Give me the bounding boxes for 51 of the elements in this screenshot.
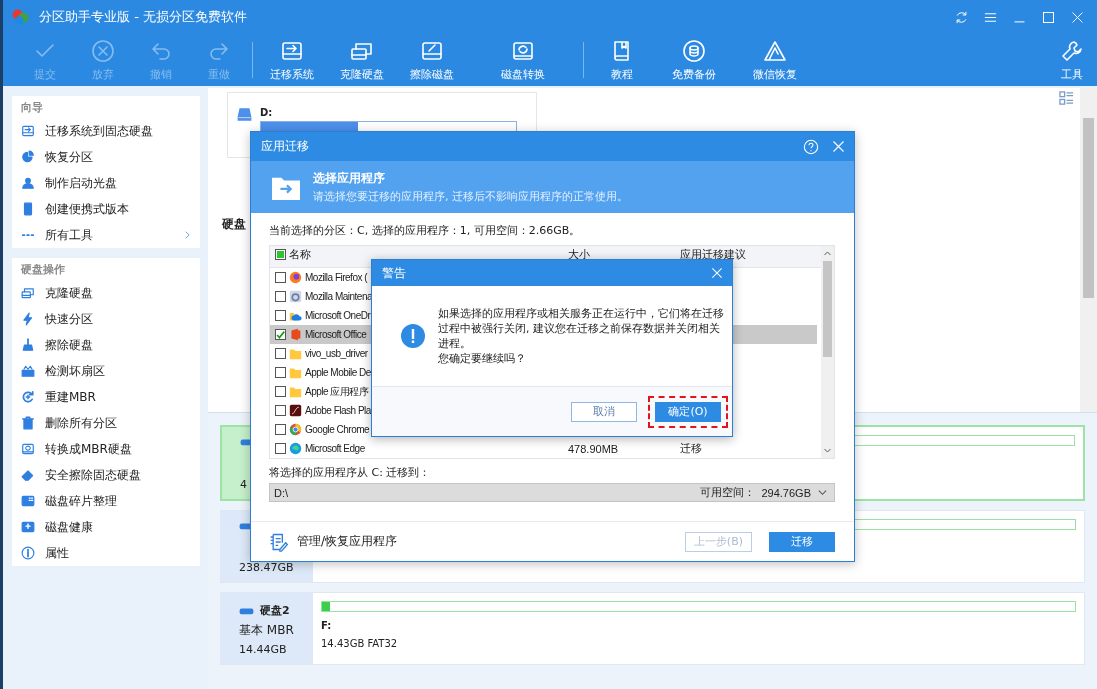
window-title: 分区助手专业版 - 无损分区免费软件 xyxy=(39,8,247,26)
partition-label: D: xyxy=(260,107,274,118)
app-name: Apple 应用程序 xyxy=(305,384,369,399)
dialog-subtitle: 请选择您要迁移的应用程序, 迁移后不影响应用程序的正常使用。 xyxy=(313,189,628,204)
sidebar-item-label: 重建MBR xyxy=(45,388,96,406)
app-size: 478.90MB xyxy=(568,442,619,455)
sidebar-item-label: 擦除硬盘 xyxy=(45,336,93,354)
app-name: Google Chrome xyxy=(305,424,370,435)
disk-size: 14.44GB xyxy=(239,643,287,656)
sidebar-item-label: 删除所有分区 xyxy=(45,414,117,432)
warning-message: 如果选择的应用程序或相关服务正在运行中，它们将在迁移过程中被强行关闭, 建议您在迁移之前保存数据并关闭相关进程。 xyxy=(438,306,725,351)
disk-size: 238.47GB xyxy=(239,561,294,574)
sidebar-item-label: 快速分区 xyxy=(45,310,93,328)
section-heading: 硬盘 xyxy=(222,216,246,233)
app-name: Mozilla Maintena xyxy=(305,291,373,302)
sidebar-item-label: 恢复分区 xyxy=(45,148,93,166)
free-space-value: 294.76GB xyxy=(761,486,811,499)
app-name: Apple Mobile De xyxy=(305,367,371,378)
app-name: Microsoft OneDr xyxy=(305,310,371,321)
migration-advice: 迁移 xyxy=(680,442,702,454)
sidebar-item-label: 磁盘碎片整理 xyxy=(45,492,117,510)
sidebar-item-label: 所有工具 xyxy=(45,226,93,244)
sidebar-item-label: 安全擦除固态硬盘 xyxy=(45,466,141,484)
partition-label: F: xyxy=(321,620,332,631)
warning-question: 您确定要继续吗？ xyxy=(438,351,527,366)
disk-type: 基本 MBR xyxy=(239,622,294,639)
sidebar-item-label: 转换成MBR硬盘 xyxy=(45,440,132,458)
section-heading: 向导 xyxy=(20,100,43,116)
app-name: Microsoft Edge xyxy=(305,443,365,454)
free-space-label: 可用空间： xyxy=(700,485,756,500)
dialog-title: 警告 xyxy=(382,264,406,282)
dropdown-value: D:\ xyxy=(274,486,289,499)
disk-name: 硬盘2 xyxy=(260,603,290,618)
app-name: Adobe Flash Pla xyxy=(305,405,371,416)
dialog-heading: 选择应用程序 xyxy=(313,170,385,187)
partition-info: 14.43GB FAT32 xyxy=(321,638,398,649)
sidebar-item-label: 检测坏扇区 xyxy=(45,362,105,380)
selection-summary: 当前选择的分区：C, 选择的应用程序：1, 可用空间：2.66GB。 xyxy=(269,223,581,239)
disk-size: 4 xyxy=(240,478,247,491)
sidebar-item-label: 磁盘健康 xyxy=(45,518,93,536)
sidebar-item-label: 属性 xyxy=(45,544,69,562)
app-name: Microsoft Office xyxy=(305,329,367,340)
sidebar-item-label: 创建便携式版本 xyxy=(45,200,129,218)
app-name: vivo_usb_driver xyxy=(305,348,368,359)
sidebar-item-label: 迁移系统到固态硬盘 xyxy=(45,122,153,140)
sidebar-item-label: 制作启动光盘 xyxy=(45,174,117,192)
target-label: 将选择的应用程序从 C: 迁移到： xyxy=(269,465,431,480)
dialog-title: 应用迁移 xyxy=(261,138,309,155)
sidebar-item-label: 克隆硬盘 xyxy=(45,284,93,302)
app-name: Mozilla Firefox ( xyxy=(305,272,368,283)
section-heading: 硬盘操作 xyxy=(20,262,65,278)
